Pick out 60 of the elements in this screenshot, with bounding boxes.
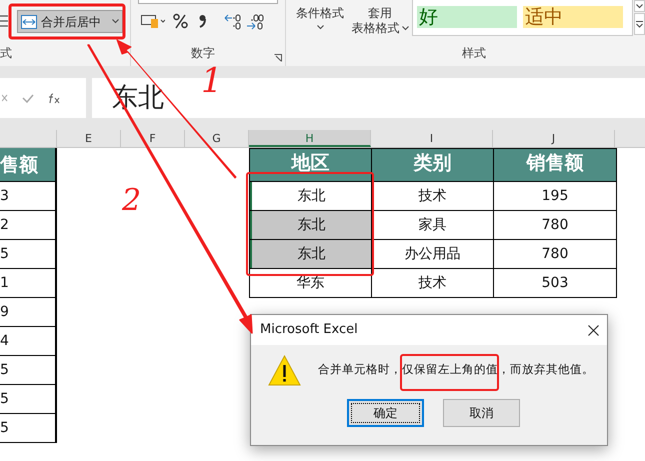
- table-cell: 东北: [250, 240, 372, 268]
- column-header[interactable]: H: [249, 130, 371, 147]
- decrease-decimal-icon[interactable]: [246, 13, 264, 30]
- column-header[interactable]: E: [57, 130, 121, 147]
- number-format-field[interactable]: [138, 0, 278, 4]
- table-cell: 技术: [372, 269, 494, 297]
- increase-decimal-icon[interactable]: [224, 13, 242, 30]
- currency-icon[interactable]: [141, 13, 165, 29]
- table-cell: 家具: [372, 211, 494, 239]
- group-label: 数字: [191, 45, 215, 62]
- table-cell: 办公用品: [372, 240, 494, 268]
- table-cell: 1: [0, 269, 55, 298]
- table-cell: 技术: [372, 182, 494, 210]
- table-cell: 5: [0, 385, 55, 414]
- dialog-launcher-icon[interactable]: [274, 54, 282, 62]
- dialog-button[interactable]: 取消: [443, 399, 520, 427]
- table-header-cell: 地区: [250, 149, 372, 181]
- table-cell: 东北: [250, 211, 372, 239]
- annotation-number: 2: [122, 186, 142, 216]
- table-format-button[interactable]: 套用 表格格式: [349, 6, 411, 36]
- column-header[interactable]: I: [371, 130, 493, 147]
- table-cell-text: 503: [540, 274, 570, 293]
- caret-icon: [316, 25, 324, 30]
- column-header[interactable]: J: [493, 130, 615, 147]
- table-header-cell-text: 销售额: [524, 151, 584, 176]
- table-cell: 5: [0, 240, 55, 269]
- table-cell: 5: [0, 414, 55, 443]
- gallery-more-button[interactable]: [634, 13, 645, 35]
- cell-style[interactable]: 适中: [523, 6, 623, 28]
- close-icon[interactable]: [588, 324, 599, 336]
- merge-cells-icon: [21, 14, 37, 28]
- table-cell-text: 780: [540, 245, 570, 264]
- dialog-message: 合并单元格时，仅保留左上角的值，而放弃其他值。: [318, 361, 594, 378]
- group-label: 样式: [462, 45, 486, 62]
- function-icon[interactable]: [48, 92, 60, 104]
- comma-icon[interactable]: [199, 14, 206, 28]
- dialog-title: Microsoft Excel: [260, 321, 358, 340]
- table-cell: 9: [0, 298, 55, 327]
- caret-icon: [112, 19, 119, 24]
- caret-icon: [636, 4, 643, 8]
- table-cell: 2: [0, 211, 55, 240]
- merge-center-button[interactable]: 合并后居中: [17, 10, 123, 33]
- align-icon[interactable]: [0, 15, 8, 28]
- conditional-format-button[interactable]: 条件格式: [294, 6, 346, 30]
- percent-icon[interactable]: [173, 13, 188, 29]
- table-cell-text: 780: [540, 216, 570, 235]
- table-cell: 4: [0, 327, 55, 356]
- warning-icon: [268, 354, 301, 386]
- table-cell: 华东: [250, 269, 372, 297]
- dialog-button[interactable]: 确定: [347, 399, 424, 427]
- cell-style[interactable]: 好: [417, 6, 517, 28]
- group-label: 式: [0, 45, 12, 62]
- table-header-cell: 售额: [0, 148, 55, 182]
- gallery-down-button[interactable]: [634, 0, 645, 12]
- table-cell: 5: [0, 356, 55, 385]
- table-header-cell: 类别: [372, 149, 494, 181]
- caret-icon: [402, 26, 408, 31]
- table-cell: 3: [0, 182, 55, 211]
- table-cell-text: 195: [540, 187, 570, 206]
- more-icon: [636, 20, 643, 28]
